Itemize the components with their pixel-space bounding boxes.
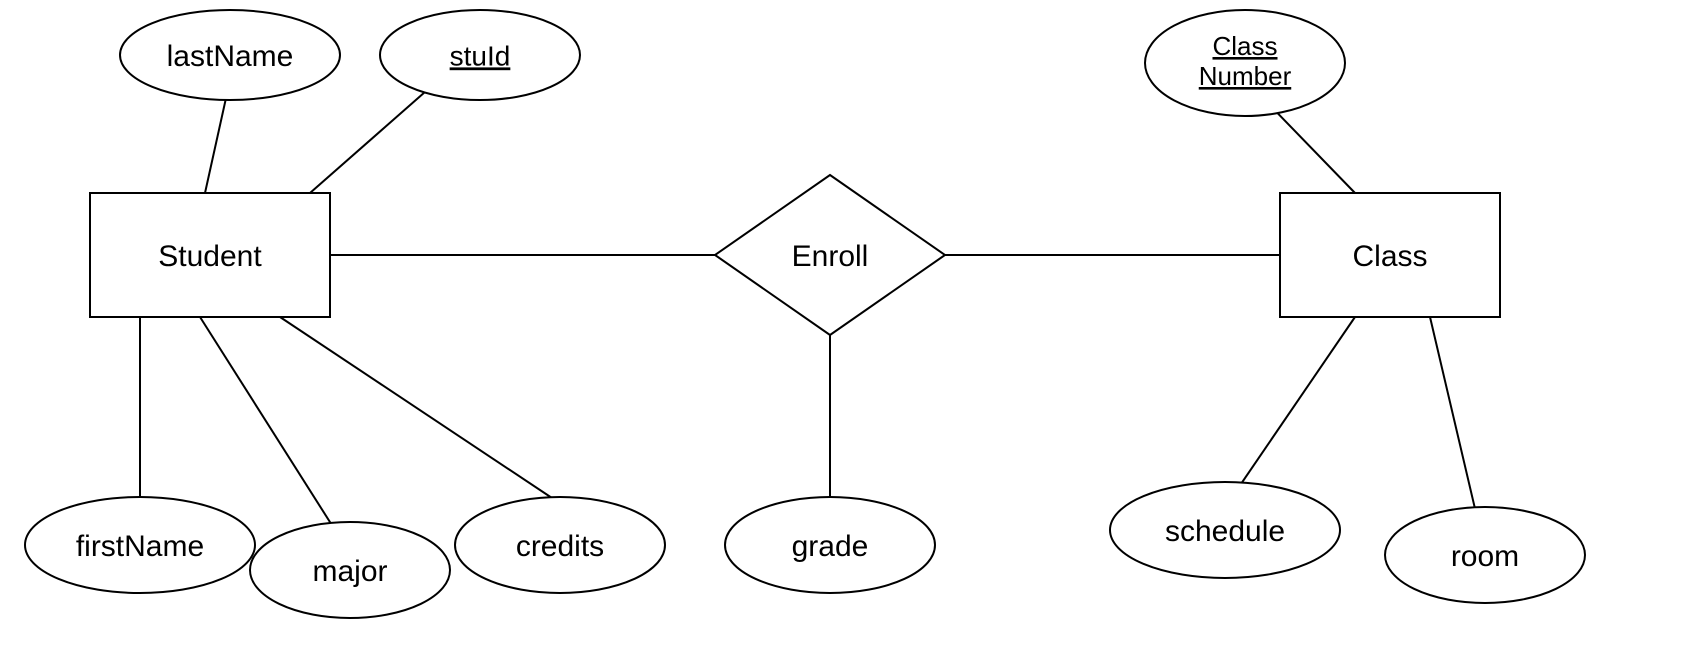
- connector-student-credits: [280, 317, 555, 500]
- connector-class-room: [1430, 317, 1480, 530]
- connector-class-schedule: [1230, 317, 1355, 500]
- attribute-room: room: [1385, 507, 1585, 603]
- attribute-lastname-label: lastName: [167, 40, 294, 73]
- attribute-firstname-label: firstName: [76, 530, 204, 563]
- entity-class-label: Class: [1352, 240, 1427, 273]
- er-diagram: Student Class Enroll lastName stuId firs…: [0, 0, 1705, 649]
- attribute-lastname: lastName: [120, 10, 340, 100]
- entity-class: Class: [1280, 193, 1500, 317]
- attribute-grade: grade: [725, 497, 935, 593]
- relationship-enroll: Enroll: [715, 175, 945, 335]
- attribute-stuid-label: stuId: [450, 40, 511, 71]
- attribute-credits: credits: [455, 497, 665, 593]
- attribute-major-label: major: [312, 555, 387, 588]
- attribute-schedule-label: schedule: [1165, 515, 1285, 548]
- attribute-schedule: schedule: [1110, 482, 1340, 578]
- relationship-enroll-label: Enroll: [792, 240, 869, 273]
- attribute-credits-label: credits: [516, 530, 604, 563]
- attribute-classnumber-label1: Class: [1212, 31, 1277, 61]
- entity-student: Student: [90, 193, 330, 317]
- attribute-classnumber-label2: Number: [1199, 61, 1292, 91]
- attribute-grade-label: grade: [792, 530, 869, 563]
- attribute-stuid: stuId: [380, 10, 580, 100]
- entity-student-label: Student: [158, 240, 262, 273]
- attribute-classnumber: Class Number: [1145, 10, 1345, 116]
- attribute-room-label: room: [1451, 540, 1519, 573]
- attribute-firstname: firstName: [25, 497, 255, 593]
- attribute-major: major: [250, 522, 450, 618]
- connector-student-major: [200, 317, 335, 530]
